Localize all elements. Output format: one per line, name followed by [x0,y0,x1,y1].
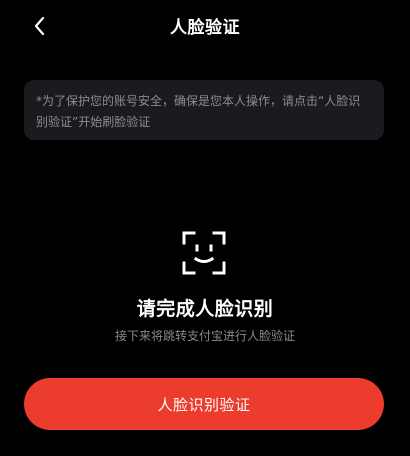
page-title: 人脸验证 [170,18,240,38]
top-nav-bar: 人脸验证 [0,0,410,52]
face-scan-icon [182,231,226,275]
prompt-subtitle: 接下来将跳转支付宝进行人脸验证 [114,329,295,343]
face-verify-button[interactable]: 人脸识别验证 [24,378,384,430]
security-notice-text: *为了保护您的账号安全，确保是您本人操作，请点击“人脸识别验证”开始刷脸验证 [36,94,361,129]
prompt-title: 请完成人脸识别 [136,298,274,320]
face-verify-button-label: 人脸识别验证 [157,395,251,414]
security-notice: *为了保护您的账号安全，确保是您本人操作，请点击“人脸识别验证”开始刷脸验证 [24,80,384,140]
